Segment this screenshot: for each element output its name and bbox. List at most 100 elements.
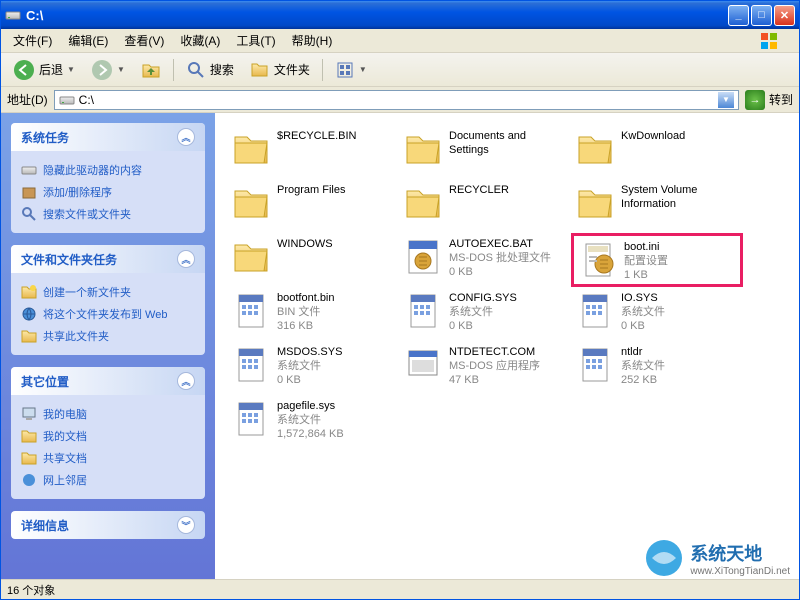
file-list[interactable]: $RECYCLE.BINDocuments and Settings KwDown… [215, 113, 799, 579]
file-size: 0 KB [621, 319, 665, 333]
folder-icon [575, 183, 615, 223]
file-name: CONFIG.SYS [449, 291, 517, 305]
separator [322, 59, 323, 81]
panel-header[interactable]: 其它位置 ︽ [11, 367, 205, 395]
ini-icon [578, 240, 618, 280]
file-item[interactable]: CONFIG.SYS系统文件0 KB [399, 287, 571, 341]
box-icon [21, 184, 37, 200]
file-name: KwDownload [621, 129, 685, 143]
maximize-button[interactable]: □ [751, 5, 772, 26]
file-item[interactable]: RECYCLER [399, 179, 571, 233]
file-item[interactable]: Documents and Settings [399, 125, 571, 179]
collapse-icon[interactable]: ︽ [177, 128, 195, 146]
network-icon [21, 472, 37, 488]
menu-file[interactable]: 文件(F) [5, 30, 60, 51]
folder-icon [403, 183, 443, 223]
file-item[interactable]: pagefile.sys系统文件1,572,864 KB [227, 395, 399, 449]
search-icon [186, 60, 206, 80]
file-type: 系统文件 [277, 359, 342, 373]
file-type: 配置设置 [624, 254, 668, 268]
forward-button[interactable]: ▼ [85, 56, 131, 84]
new-folder-icon [21, 284, 37, 300]
sys-icon [231, 291, 271, 331]
menu-help[interactable]: 帮助(H) [284, 30, 341, 51]
panel-title: 详细信息 [21, 517, 69, 534]
windows-flag-icon [759, 31, 795, 51]
file-item[interactable]: System Volume Information [571, 179, 743, 233]
task-my-computer[interactable]: 我的电脑 [21, 403, 195, 425]
task-publish-web[interactable]: 将这个文件夹发布到 Web [21, 303, 195, 325]
minimize-button[interactable]: _ [728, 5, 749, 26]
window-title: C:\ [26, 8, 728, 23]
folders-button[interactable]: 文件夹 [244, 57, 316, 83]
collapse-icon[interactable]: ︽ [177, 372, 195, 390]
panel-header[interactable]: 详细信息 ︾ [11, 511, 205, 539]
back-icon [13, 59, 35, 81]
addressbar: 地址(D) C:\ ▼ → 转到 [1, 87, 799, 113]
menu-edit[interactable]: 编辑(E) [60, 30, 116, 51]
file-size: 316 KB [277, 319, 335, 333]
file-item[interactable]: WINDOWS [227, 233, 399, 287]
file-type: MS-DOS 批处理文件 [449, 251, 551, 265]
file-item[interactable]: Program Files [227, 179, 399, 233]
file-item[interactable]: boot.ini配置设置1 KB [571, 233, 743, 287]
folder-icon [575, 129, 615, 169]
file-name: AUTOEXEC.BAT [449, 237, 551, 251]
go-icon: → [745, 90, 765, 110]
folder-icon [231, 237, 271, 277]
task-search-files[interactable]: 搜索文件或文件夹 [21, 203, 195, 225]
search-button[interactable]: 搜索 [180, 57, 240, 83]
back-button[interactable]: 后退 ▼ [7, 56, 81, 84]
file-item[interactable]: IO.SYS系统文件0 KB [571, 287, 743, 341]
panel-header[interactable]: 系统任务 ︽ [11, 123, 205, 151]
panel-header[interactable]: 文件和文件夹任务 ︽ [11, 245, 205, 273]
go-button[interactable]: → 转到 [745, 90, 793, 110]
shared-folder-icon [21, 450, 37, 466]
address-combo[interactable]: C:\ ▼ [54, 90, 739, 110]
views-button[interactable]: ▼ [329, 57, 373, 83]
file-item[interactable]: NTDETECT.COMMS-DOS 应用程序47 KB [399, 341, 571, 395]
forward-icon [91, 59, 113, 81]
file-name: MSDOS.SYS [277, 345, 342, 359]
file-item[interactable]: bootfont.binBIN 文件316 KB [227, 287, 399, 341]
toolbar: 后退 ▼ ▼ 搜索 文件夹 ▼ [1, 53, 799, 87]
task-new-folder[interactable]: 创建一个新文件夹 [21, 281, 195, 303]
task-network[interactable]: 网上邻居 [21, 469, 195, 491]
menu-view[interactable]: 查看(V) [116, 30, 172, 51]
dropdown-button[interactable]: ▼ [718, 92, 734, 108]
titlebar[interactable]: C:\ _ □ ✕ [1, 1, 799, 29]
task-add-remove[interactable]: 添加/删除程序 [21, 181, 195, 203]
file-name: IO.SYS [621, 291, 665, 305]
sys-icon [231, 399, 271, 439]
collapse-icon[interactable]: ︽ [177, 250, 195, 268]
file-item[interactable]: KwDownload [571, 125, 743, 179]
menu-favorites[interactable]: 收藏(A) [172, 30, 228, 51]
task-shared-documents[interactable]: 共享文档 [21, 447, 195, 469]
file-item[interactable]: AUTOEXEC.BATMS-DOS 批处理文件0 KB [399, 233, 571, 287]
file-size: 0 KB [277, 373, 342, 387]
file-item[interactable]: ntldr系统文件252 KB [571, 341, 743, 395]
task-share-folder[interactable]: 共享此文件夹 [21, 325, 195, 347]
sys-icon [575, 291, 615, 331]
close-button[interactable]: ✕ [774, 5, 795, 26]
watermark-text: 系统天地 [690, 540, 790, 566]
expand-icon[interactable]: ︾ [177, 516, 195, 534]
file-name: pagefile.sys [277, 399, 344, 413]
task-my-documents[interactable]: 我的文档 [21, 425, 195, 447]
content-area: 系统任务 ︽ 隐藏此驱动器的内容 添加/删除程序 搜索文件或文件夹 文件和文件夹… [1, 113, 799, 579]
address-value: C:\ [79, 93, 94, 107]
file-type: 系统文件 [621, 305, 665, 319]
task-hide-contents[interactable]: 隐藏此驱动器的内容 [21, 159, 195, 181]
file-type: 系统文件 [277, 413, 344, 427]
file-name: WINDOWS [277, 237, 333, 251]
panel-title: 系统任务 [21, 129, 69, 146]
address-label: 地址(D) [7, 91, 48, 108]
search-icon [21, 206, 37, 222]
file-size: 0 KB [449, 319, 517, 333]
menu-tools[interactable]: 工具(T) [228, 30, 283, 51]
com-icon [403, 345, 443, 385]
file-item[interactable]: $RECYCLE.BIN [227, 125, 399, 179]
up-button[interactable] [135, 57, 167, 83]
panel-filefolder-tasks: 文件和文件夹任务 ︽ 创建一个新文件夹 将这个文件夹发布到 Web 共享此文件夹 [11, 245, 205, 355]
file-item[interactable]: MSDOS.SYS系统文件0 KB [227, 341, 399, 395]
